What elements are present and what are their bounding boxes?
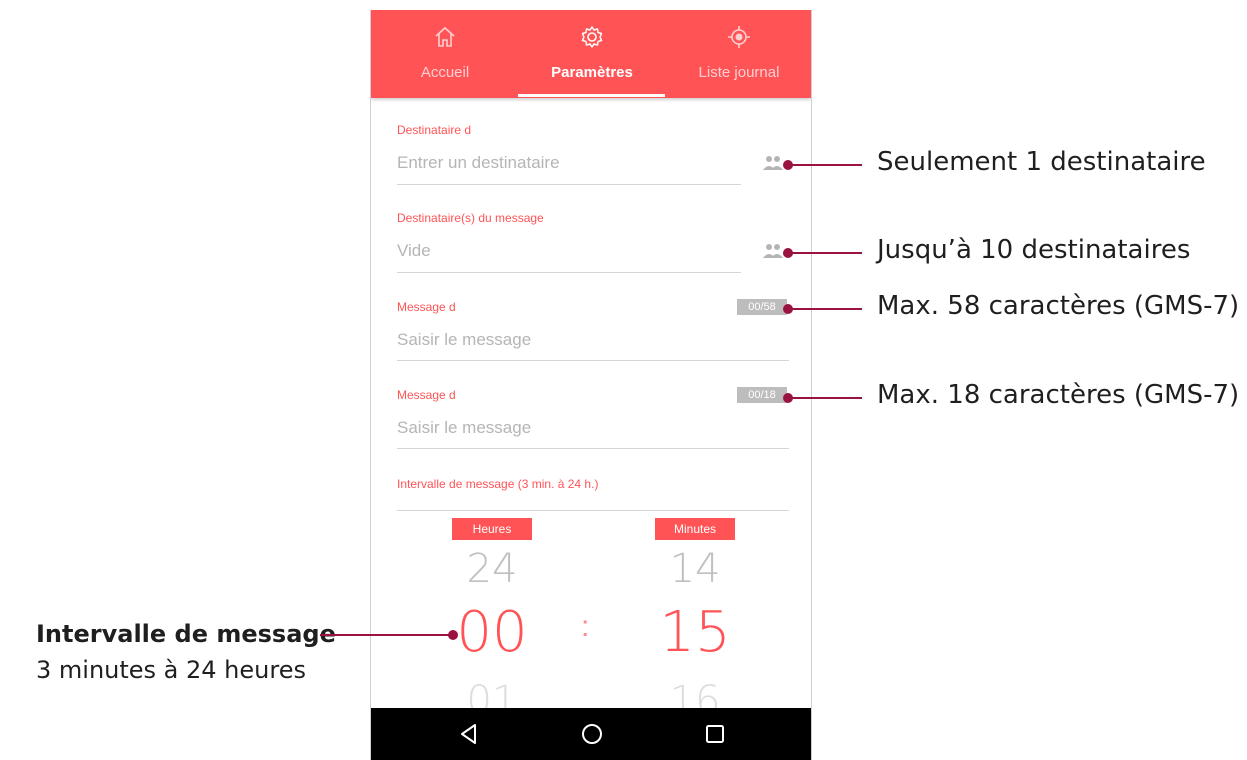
message-2-label: Message d bbox=[397, 388, 456, 402]
callout-recipient: Seulement 1 destinataire bbox=[877, 147, 1206, 177]
contacts-icon[interactable] bbox=[761, 155, 785, 171]
recipient-label: Destinataire d bbox=[397, 123, 472, 137]
minutes-value[interactable]: 15 bbox=[635, 600, 755, 665]
callout-recipients: Jusqu’à 10 destinataires bbox=[877, 235, 1191, 265]
message-1-input[interactable]: Saisir le message bbox=[397, 330, 531, 350]
recents-icon[interactable] bbox=[701, 720, 729, 748]
message-1-underline bbox=[397, 360, 789, 361]
minutes-tag: Minutes bbox=[655, 518, 735, 540]
callout-interval-title: Intervalle de message bbox=[36, 620, 336, 648]
home-icon bbox=[435, 26, 455, 47]
interval-underline bbox=[397, 510, 789, 511]
message-recipients-label: Destinataire(s) du message bbox=[397, 211, 544, 225]
callout-line bbox=[788, 308, 862, 310]
tab-accueil[interactable]: Accueil bbox=[371, 10, 519, 98]
message-2-underline bbox=[397, 448, 789, 449]
tab-liste-journal[interactable]: Liste journal bbox=[665, 10, 811, 98]
callout-line bbox=[788, 164, 862, 166]
callout-line bbox=[788, 252, 862, 254]
character-counter: 00/18 bbox=[737, 387, 787, 403]
tab-label: Liste journal bbox=[698, 64, 780, 81]
hours-tag: Heures bbox=[452, 518, 532, 540]
back-icon[interactable] bbox=[455, 720, 483, 748]
message-recipients-underline bbox=[397, 272, 741, 273]
gear-icon bbox=[581, 26, 603, 48]
tab-label: Accueil bbox=[420, 64, 470, 81]
home-circle-icon[interactable] bbox=[578, 720, 606, 748]
recipient-input[interactable]: Entrer un destinataire bbox=[397, 153, 560, 173]
callout-message-1: Max. 58 caractères (GMS-7) bbox=[877, 291, 1240, 321]
recipient-underline bbox=[397, 184, 741, 185]
message-1-label: Message d bbox=[397, 300, 456, 314]
system-nav-bar bbox=[371, 708, 811, 760]
callout-dot bbox=[448, 630, 458, 640]
interval-label: Intervalle de message (3 min. à 24 h.) bbox=[397, 477, 599, 491]
tab-label: Paramètres bbox=[551, 64, 633, 81]
callout-message-2: Max. 18 caractères (GMS-7) bbox=[877, 380, 1240, 410]
contacts-icon[interactable] bbox=[761, 243, 785, 259]
active-tab-indicator bbox=[518, 94, 665, 97]
tab-parametres[interactable]: Paramètres bbox=[518, 10, 666, 98]
minutes-prev[interactable]: 14 bbox=[645, 546, 745, 592]
location-target-icon bbox=[728, 26, 750, 48]
character-counter: 00/58 bbox=[737, 299, 787, 315]
callout-line bbox=[320, 634, 452, 636]
message-recipients-input[interactable]: Vide bbox=[397, 241, 431, 261]
phone-screen: Accueil Paramètres Liste journal Destina… bbox=[370, 10, 812, 760]
time-separator: : bbox=[581, 610, 590, 643]
hours-prev[interactable]: 24 bbox=[442, 546, 542, 592]
callout-line bbox=[788, 397, 862, 399]
message-2-input[interactable]: Saisir le message bbox=[397, 418, 531, 438]
top-tab-bar: Accueil Paramètres Liste journal bbox=[371, 10, 811, 98]
callout-interval-subtitle: 3 minutes à 24 heures bbox=[36, 656, 306, 684]
